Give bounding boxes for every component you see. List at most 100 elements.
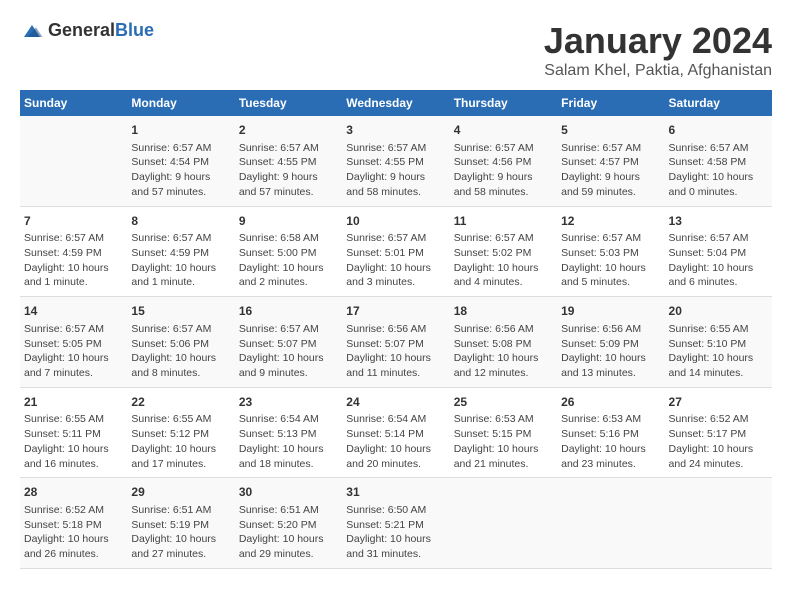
day-info: and 18 minutes. — [239, 457, 338, 472]
day-number: 2 — [239, 122, 338, 139]
day-info: Sunrise: 6:57 AM — [346, 231, 445, 246]
day-info: Daylight: 10 hours — [346, 351, 445, 366]
calendar-cell: 10Sunrise: 6:57 AMSunset: 5:01 PMDayligh… — [342, 206, 449, 297]
week-row-4: 21Sunrise: 6:55 AMSunset: 5:11 PMDayligh… — [20, 387, 772, 478]
day-info: Sunset: 5:07 PM — [346, 337, 445, 352]
day-info: Sunrise: 6:55 AM — [669, 322, 768, 337]
day-info: and 31 minutes. — [346, 547, 445, 562]
calendar-cell: 19Sunrise: 6:56 AMSunset: 5:09 PMDayligh… — [557, 297, 664, 388]
day-number: 24 — [346, 394, 445, 411]
day-info: Sunset: 5:16 PM — [561, 427, 660, 442]
day-number: 3 — [346, 122, 445, 139]
calendar-cell: 5Sunrise: 6:57 AMSunset: 4:57 PMDaylight… — [557, 116, 664, 206]
day-info: and 57 minutes. — [239, 185, 338, 200]
day-number: 22 — [131, 394, 230, 411]
day-number: 17 — [346, 303, 445, 320]
day-info: Sunrise: 6:51 AM — [131, 503, 230, 518]
day-info: and 4 minutes. — [454, 275, 553, 290]
day-info: and 1 minute. — [131, 275, 230, 290]
logo: GeneralBlue — [20, 20, 154, 41]
calendar-cell — [665, 478, 772, 569]
calendar-cell: 25Sunrise: 6:53 AMSunset: 5:15 PMDayligh… — [450, 387, 557, 478]
day-info: Sunrise: 6:55 AM — [24, 412, 123, 427]
day-info: Daylight: 10 hours — [24, 442, 123, 457]
calendar-cell: 21Sunrise: 6:55 AMSunset: 5:11 PMDayligh… — [20, 387, 127, 478]
day-info: and 57 minutes. — [131, 185, 230, 200]
day-info: Sunrise: 6:53 AM — [454, 412, 553, 427]
title-block: January 2024 Salam Khel, Paktia, Afghani… — [544, 20, 772, 80]
day-info: Daylight: 9 hours — [561, 170, 660, 185]
day-info: and 14 minutes. — [669, 366, 768, 381]
day-info: and 1 minute. — [24, 275, 123, 290]
day-info: Sunset: 5:18 PM — [24, 518, 123, 533]
day-info: Sunrise: 6:57 AM — [131, 322, 230, 337]
day-info: Daylight: 10 hours — [454, 442, 553, 457]
day-number: 14 — [24, 303, 123, 320]
day-info: Daylight: 10 hours — [561, 442, 660, 457]
calendar-cell: 29Sunrise: 6:51 AMSunset: 5:19 PMDayligh… — [127, 478, 234, 569]
day-number: 25 — [454, 394, 553, 411]
day-info: and 24 minutes. — [669, 457, 768, 472]
day-info: Daylight: 10 hours — [131, 532, 230, 547]
calendar-cell: 23Sunrise: 6:54 AMSunset: 5:13 PMDayligh… — [235, 387, 342, 478]
day-number: 12 — [561, 213, 660, 230]
day-info: Sunrise: 6:52 AM — [24, 503, 123, 518]
day-info: Sunset: 5:21 PM — [346, 518, 445, 533]
day-info: Sunset: 5:11 PM — [24, 427, 123, 442]
day-info: Sunrise: 6:57 AM — [454, 231, 553, 246]
logo-general: GeneralBlue — [48, 20, 154, 41]
day-info: Sunset: 4:55 PM — [239, 155, 338, 170]
day-number: 11 — [454, 213, 553, 230]
day-info: and 9 minutes. — [239, 366, 338, 381]
day-info: and 27 minutes. — [131, 547, 230, 562]
day-info: Sunset: 5:20 PM — [239, 518, 338, 533]
day-info: and 23 minutes. — [561, 457, 660, 472]
header-wednesday: Wednesday — [342, 90, 449, 116]
day-info: and 29 minutes. — [239, 547, 338, 562]
day-number: 16 — [239, 303, 338, 320]
day-info: and 58 minutes. — [454, 185, 553, 200]
header-thursday: Thursday — [450, 90, 557, 116]
calendar-cell: 17Sunrise: 6:56 AMSunset: 5:07 PMDayligh… — [342, 297, 449, 388]
day-number: 4 — [454, 122, 553, 139]
header-friday: Friday — [557, 90, 664, 116]
day-info: and 58 minutes. — [346, 185, 445, 200]
day-info: Sunset: 5:02 PM — [454, 246, 553, 261]
calendar-cell — [450, 478, 557, 569]
day-info: and 21 minutes. — [454, 457, 553, 472]
day-number: 28 — [24, 484, 123, 501]
main-title: January 2024 — [544, 20, 772, 62]
week-row-2: 7Sunrise: 6:57 AMSunset: 4:59 PMDaylight… — [20, 206, 772, 297]
day-info: Sunrise: 6:57 AM — [454, 141, 553, 156]
day-info: Sunrise: 6:57 AM — [669, 231, 768, 246]
day-info: and 20 minutes. — [346, 457, 445, 472]
day-info: Sunrise: 6:57 AM — [239, 141, 338, 156]
day-info: Daylight: 9 hours — [346, 170, 445, 185]
day-info: Sunrise: 6:56 AM — [454, 322, 553, 337]
calendar-cell: 15Sunrise: 6:57 AMSunset: 5:06 PMDayligh… — [127, 297, 234, 388]
day-info: Sunrise: 6:57 AM — [131, 141, 230, 156]
calendar-cell: 11Sunrise: 6:57 AMSunset: 5:02 PMDayligh… — [450, 206, 557, 297]
day-number: 27 — [669, 394, 768, 411]
day-info: Sunrise: 6:58 AM — [239, 231, 338, 246]
calendar-cell: 3Sunrise: 6:57 AMSunset: 4:55 PMDaylight… — [342, 116, 449, 206]
day-number: 1 — [131, 122, 230, 139]
day-info: Sunrise: 6:53 AM — [561, 412, 660, 427]
day-info: Sunset: 4:55 PM — [346, 155, 445, 170]
header-sunday: Sunday — [20, 90, 127, 116]
day-info: Sunset: 5:13 PM — [239, 427, 338, 442]
day-info: Sunset: 5:01 PM — [346, 246, 445, 261]
calendar-cell: 8Sunrise: 6:57 AMSunset: 4:59 PMDaylight… — [127, 206, 234, 297]
calendar-cell: 9Sunrise: 6:58 AMSunset: 5:00 PMDaylight… — [235, 206, 342, 297]
day-info: Sunset: 5:04 PM — [669, 246, 768, 261]
header-saturday: Saturday — [665, 90, 772, 116]
day-info: and 3 minutes. — [346, 275, 445, 290]
day-info: Daylight: 10 hours — [131, 351, 230, 366]
day-number: 21 — [24, 394, 123, 411]
day-info: and 7 minutes. — [24, 366, 123, 381]
day-info: Daylight: 10 hours — [24, 261, 123, 276]
day-info: Sunrise: 6:57 AM — [561, 141, 660, 156]
day-number: 7 — [24, 213, 123, 230]
calendar-header: SundayMondayTuesdayWednesdayThursdayFrid… — [20, 90, 772, 116]
calendar-cell: 28Sunrise: 6:52 AMSunset: 5:18 PMDayligh… — [20, 478, 127, 569]
